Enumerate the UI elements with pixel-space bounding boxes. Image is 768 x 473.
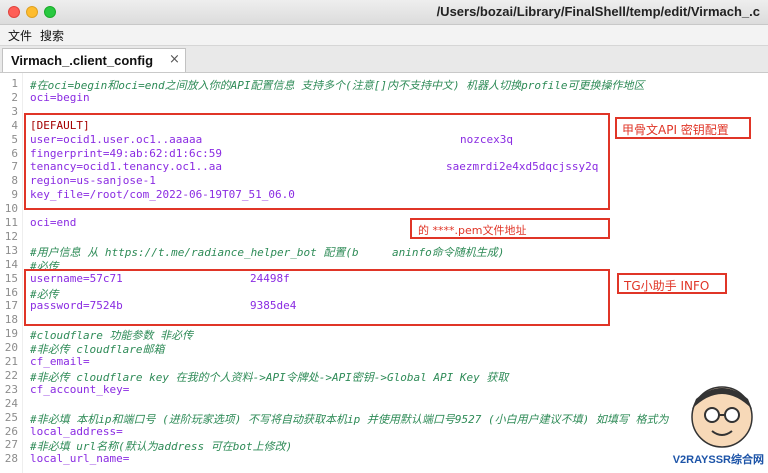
line-number: 21: [4, 355, 18, 368]
line-number: 5: [11, 132, 18, 146]
title-bar: /Users/bozai/Library/FinalShell/temp/edi…: [0, 0, 768, 25]
line-number: 26: [4, 424, 18, 438]
line-number: 22: [4, 368, 18, 382]
line-number: 2: [11, 90, 18, 104]
code-line-21: 21 cf_email=: [0, 355, 768, 370]
tab-bar: Virmach_.client_config ×: [0, 46, 768, 73]
line-number: 12: [4, 229, 18, 243]
line-text: cf_account_key=: [30, 382, 130, 396]
tg-info-label: TG小助手 INFO: [617, 273, 727, 294]
line-number: 13: [4, 243, 18, 257]
line-number: 9: [11, 188, 18, 202]
watermark-text: V2RAYSSR综合网: [672, 454, 764, 466]
line-number: 11: [4, 216, 18, 229]
line-text: local_url_name=: [30, 452, 130, 466]
close-window-button[interactable]: [8, 6, 20, 18]
code-line-12: 12: [0, 230, 768, 245]
line-number: 18: [4, 313, 18, 327]
line-number: 16: [4, 285, 18, 299]
tab-close-icon[interactable]: ×: [169, 52, 180, 67]
tab-client-config[interactable]: Virmach_.client_config ×: [2, 48, 186, 72]
api-config-highlight-box: [24, 113, 610, 210]
maximize-window-button[interactable]: [44, 6, 56, 18]
line-number: 4: [11, 118, 18, 132]
window-title: /Users/bozai/Library/FinalShell/temp/edi…: [436, 4, 760, 19]
line-number: 1: [11, 77, 18, 90]
line-text: local_address=: [30, 424, 123, 438]
line-number: 7: [11, 160, 18, 174]
line-number: 25: [4, 410, 18, 424]
menu-bar: 文件 搜索: [0, 25, 768, 46]
line-number: 20: [4, 341, 18, 355]
line-number: 6: [11, 146, 18, 160]
code-line-1: 1 #在oci=begin和oci=end之间放入你的API配置信息 支持多个(注…: [0, 77, 768, 92]
code-line-13: 13 #用户信息 从 https://t.me/radiance_helper_b…: [0, 244, 768, 259]
pem-path-label: 的 ****.pem文件地址: [410, 218, 610, 239]
line-text: oci=begin: [30, 90, 90, 104]
tg-info-highlight-box: [24, 269, 610, 326]
line-number: 24: [4, 396, 18, 410]
line-number: 23: [4, 382, 18, 396]
code-line-11: 11 oci=end: [0, 216, 768, 231]
code-line-19: 19 #cloudflare 功能参数 非必传: [0, 327, 768, 342]
line-number: 17: [4, 299, 18, 313]
line-number: 3: [11, 104, 18, 118]
api-config-label: 甲骨文API 密钥配置: [615, 117, 751, 139]
code-line-2: 2 oci=begin: [0, 91, 768, 106]
code-line-20: 20 #非必传 cloudflare邮箱: [0, 341, 768, 356]
line-number: 10: [4, 202, 18, 216]
line-number: 28: [4, 452, 18, 466]
line-number: 19: [4, 327, 18, 341]
line-number: 14: [4, 257, 18, 271]
line-text: oci=end: [30, 216, 77, 229]
line-number: 8: [11, 174, 18, 188]
line-text: cf_email=: [30, 355, 90, 368]
menu-search[interactable]: 搜索: [40, 27, 64, 44]
minimize-window-button[interactable]: [26, 6, 38, 18]
tab-label: Virmach_.client_config: [11, 53, 154, 68]
menu-file[interactable]: 文件: [8, 27, 32, 44]
line-number: 15: [4, 271, 18, 285]
line-number: 27: [4, 438, 18, 452]
